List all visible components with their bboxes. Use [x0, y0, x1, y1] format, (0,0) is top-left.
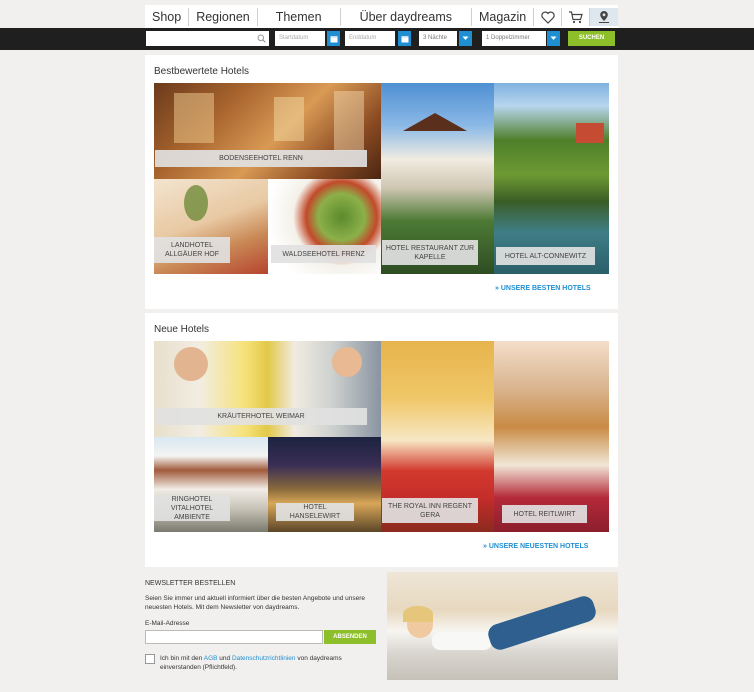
search-input[interactable]	[146, 31, 269, 46]
new-hotels-section: Neue Hotels KRÄUTERHOTEL WEIMAR RINGHOTE…	[145, 313, 618, 567]
nights-dropdown-button[interactable]	[459, 31, 472, 46]
nav-shop[interactable]: Shop	[145, 8, 190, 26]
nav-regionen[interactable]: Regionen	[189, 8, 258, 26]
nav-magazin[interactable]: Magazin	[472, 8, 535, 26]
search-icon	[257, 34, 266, 43]
chevron-down-icon	[462, 36, 469, 40]
hotel-label: KRÄUTERHOTEL WEIMAR	[155, 408, 367, 425]
new-hotels-title: Neue Hotels	[154, 324, 210, 335]
privacy-link[interactable]: Datenschutzrichtlinien	[232, 655, 296, 662]
hotel-label: WALDSEEHOTEL FRENZ	[271, 245, 376, 263]
hotel-tile-waldseehotel-frenz[interactable]: WALDSEEHOTEL FRENZ	[268, 179, 381, 274]
hotel-label: HOTEL REITLWIRT	[502, 505, 587, 523]
hotel-tile-the-royal-inn-regent-gera[interactable]: THE ROYAL INN REGENT GERA	[381, 341, 494, 532]
chevron-down-icon	[550, 36, 557, 40]
best-hotels-section: Bestbewertete Hotels BODENSEEHOTEL RENN …	[145, 55, 618, 309]
hotel-label: HOTEL ALT-CONNEWITZ	[496, 247, 595, 265]
hotel-tile-hotel-alt-connewitz[interactable]: HOTEL ALT-CONNEWITZ	[494, 83, 609, 274]
newsletter-image	[387, 572, 618, 680]
new-hotels-more-link[interactable]: » UNSERE NEUESTEN HOTELS	[483, 543, 588, 550]
calendar-icon	[401, 35, 408, 42]
hotel-label: HOTEL HANSELEWIRT	[276, 503, 354, 521]
map-pin-icon[interactable]	[590, 8, 618, 26]
hotel-tile-hotel-reitlwirt[interactable]: HOTEL REITLWIRT	[494, 341, 609, 532]
search-bar: Startdatum Enddatum 3 Nächte 1 Doppelzim…	[0, 28, 754, 50]
best-hotels-title: Bestbewertete Hotels	[154, 66, 250, 77]
consent-text: Ich bin mit den AGB und Datenschutzricht…	[160, 655, 342, 671]
calendar-icon	[330, 35, 337, 42]
departure-date-field[interactable]: Enddatum	[345, 31, 395, 46]
nights-select[interactable]: 3 Nächte	[419, 31, 457, 46]
arrival-calendar-button[interactable]	[327, 31, 340, 46]
departure-calendar-button[interactable]	[398, 31, 411, 46]
newsletter-section: NEWSLETTER BESTELLEN Seien Sie immer und…	[138, 572, 618, 692]
hotel-tile-bodenseehotel-renn[interactable]: BODENSEEHOTEL RENN	[154, 83, 381, 179]
consent-checkbox[interactable]	[145, 654, 155, 664]
arrival-date-field[interactable]: Startdatum	[275, 31, 325, 46]
room-select[interactable]: 1 Doppelzimmer	[482, 31, 546, 46]
search-submit-button[interactable]: SUCHEN	[568, 31, 615, 46]
hotel-label: RINGHOTEL VITALHOTEL AMBIENTE	[154, 495, 230, 521]
room-dropdown-button[interactable]	[547, 31, 560, 46]
nav-themen[interactable]: Themen	[258, 8, 341, 26]
best-hotels-more-link[interactable]: » UNSERE BESTEN HOTELS	[495, 285, 591, 292]
hotel-tile-kraeuterhotel-weimar[interactable]: KRÄUTERHOTEL WEIMAR	[154, 341, 381, 437]
hotel-label: BODENSEEHOTEL RENN	[155, 150, 367, 167]
hotel-label: THE ROYAL INN REGENT GERA	[382, 498, 478, 523]
newsletter-description: Seien Sie immer und aktuell informiert ü…	[145, 595, 366, 611]
hotel-label: LANDHOTEL ALLGÄUER HOF	[154, 237, 230, 263]
newsletter-submit-button[interactable]: ABSENDEN	[324, 630, 376, 644]
email-label: E-Mail-Adresse	[145, 620, 190, 627]
hotel-tile-hotel-restaurant-zur-kapelle[interactable]: HOTEL RESTAURANT ZUR KAPELLE	[381, 83, 494, 274]
hotel-tile-ringhotel-vitalhotel-ambiente[interactable]: RINGHOTEL VITALHOTEL AMBIENTE	[154, 437, 268, 532]
heart-icon[interactable]	[534, 8, 563, 26]
top-navigation: Shop Regionen Themen Über daydreams Maga…	[145, 5, 618, 29]
nav-ueber-daydreams[interactable]: Über daydreams	[341, 8, 472, 26]
cart-icon[interactable]	[562, 8, 591, 26]
email-field[interactable]	[145, 630, 323, 644]
agb-link[interactable]: AGB	[204, 655, 218, 662]
hotel-label: HOTEL RESTAURANT ZUR KAPELLE	[382, 240, 478, 265]
hotel-tile-hotel-hanselewirt[interactable]: HOTEL HANSELEWIRT	[268, 437, 381, 532]
newsletter-title: NEWSLETTER BESTELLEN	[145, 580, 236, 587]
hotel-tile-landhotel-allgaeuer-hof[interactable]: LANDHOTEL ALLGÄUER HOF	[154, 179, 268, 274]
